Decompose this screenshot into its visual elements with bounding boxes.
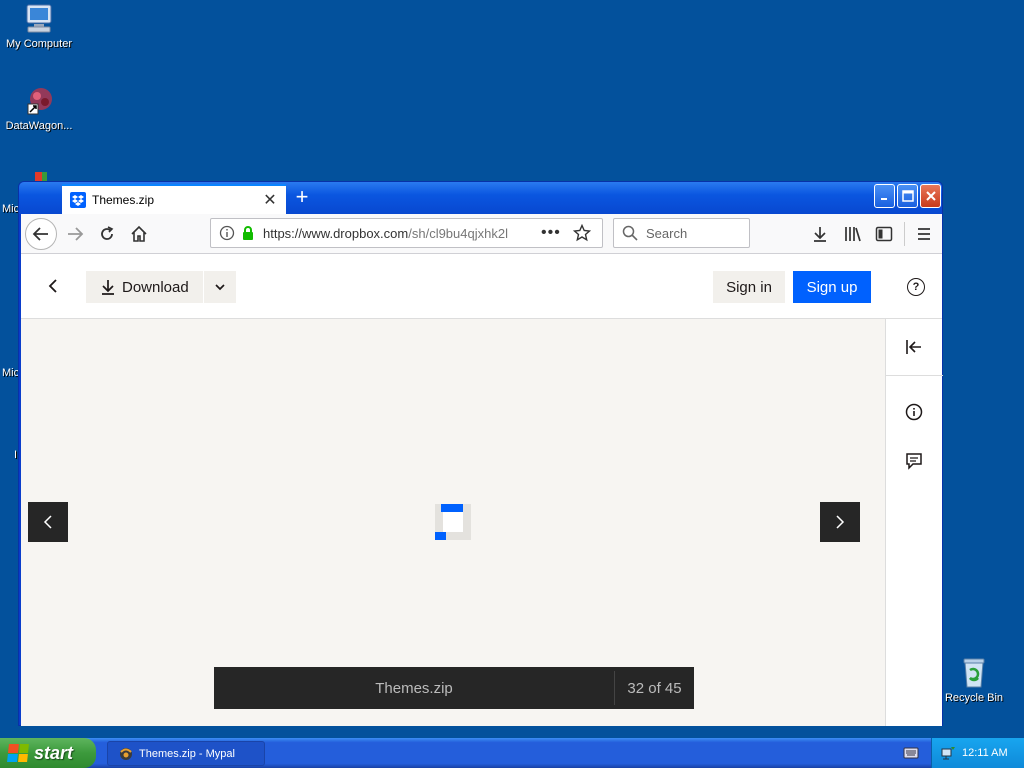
system-tray: 12:11 AM <box>931 738 1024 768</box>
browser-window: Themes.zip ✕ + https://www.dropbox.com/s… <box>18 181 943 726</box>
library-button[interactable] <box>839 220 867 248</box>
loading-spinner-icon <box>435 504 471 540</box>
tab-title: Themes.zip <box>92 193 155 207</box>
taskbar-item-mypal[interactable]: Themes.zip - Mypal <box>107 741 265 766</box>
help-button[interactable]: ? <box>907 278 925 296</box>
tab-close-icon[interactable]: ✕ <box>260 190 280 210</box>
downloads-button[interactable] <box>806 220 834 248</box>
desktop-icon-label: Recycle Bin <box>944 692 1004 704</box>
bookmark-star-icon[interactable] <box>572 224 591 242</box>
info-icon <box>905 403 923 421</box>
chevron-right-icon <box>836 515 845 529</box>
address-bar[interactable]: https://www.dropbox.com/sh/cl9bu4qjxhk2l… <box>210 218 603 248</box>
file-position-counter: 32 of 45 <box>627 679 682 697</box>
recycle-bin-icon <box>963 658 985 688</box>
file-name: Themes.zip <box>375 679 453 697</box>
reload-icon <box>101 226 114 240</box>
header-back-button[interactable] <box>39 272 67 300</box>
home-icon <box>131 225 147 242</box>
hamburger-menu-icon <box>918 228 930 240</box>
forward-button[interactable] <box>61 220 89 248</box>
download-icon <box>102 280 114 295</box>
clock[interactable]: 12:11 AM <box>962 747 1008 759</box>
minimize-icon <box>880 198 887 200</box>
search-placeholder: Search <box>646 225 688 241</box>
page-content: Download Sign in Sign up ? Themes.zip 32… <box>21 254 943 726</box>
sidebar-toggle-button[interactable] <box>870 220 898 248</box>
datawagon-icon <box>27 88 52 115</box>
lock-icon[interactable] <box>241 225 255 241</box>
mypal-app-icon <box>120 747 132 760</box>
maximize-button[interactable] <box>897 184 918 208</box>
dropbox-header: Download Sign in Sign up ? <box>21 254 942 319</box>
file-info-button[interactable] <box>904 402 924 422</box>
chevron-down-icon <box>215 284 225 291</box>
collapse-left-icon <box>906 340 921 354</box>
comment-icon <box>906 453 922 470</box>
toolbar-divider <box>904 222 905 246</box>
forward-arrow-icon <box>68 227 84 241</box>
network-icon[interactable] <box>940 745 956 761</box>
taskbar: start Themes.zip - Mypal 12:11 AM <box>0 738 1024 768</box>
close-window-button[interactable] <box>920 184 941 208</box>
chevron-left-icon <box>48 279 57 293</box>
file-preview-area: Themes.zip 32 of 45 <box>21 319 885 726</box>
info-icon[interactable] <box>219 225 235 241</box>
url-path: /sh/cl9bu4qjxhk2l <box>408 225 508 241</box>
desktop-icon-datawagon[interactable]: DataWagon... <box>0 84 78 132</box>
minimize-button[interactable] <box>874 184 895 208</box>
nav-toolbar: https://www.dropbox.com/sh/cl9bu4qjxhk2l… <box>21 214 942 254</box>
keyboard-icon[interactable] <box>903 747 919 759</box>
menu-button[interactable] <box>910 220 938 248</box>
download-button[interactable]: Download <box>86 271 203 303</box>
search-input[interactable]: Search <box>613 218 750 248</box>
start-label: start <box>34 742 74 763</box>
url-text[interactable]: https://www.dropbox.com/sh/cl9bu4qjxhk2l <box>263 226 523 241</box>
start-button[interactable]: start <box>0 738 96 768</box>
new-tab-button[interactable]: + <box>289 185 315 211</box>
download-label: Download <box>122 278 189 296</box>
desktop-partial-label: I <box>14 449 18 461</box>
home-button[interactable] <box>125 220 153 248</box>
desktop-partial-label: Mic <box>2 367 20 379</box>
collapse-panel-button[interactable] <box>904 337 924 357</box>
title-bar: Themes.zip ✕ + <box>19 182 942 214</box>
next-file-button[interactable] <box>820 502 860 542</box>
sign-up-button[interactable]: Sign up <box>793 271 871 303</box>
back-button[interactable] <box>25 218 57 250</box>
right-side-panel <box>885 319 943 726</box>
previous-file-button[interactable] <box>28 502 68 542</box>
maximize-icon <box>901 190 914 202</box>
chevron-left-icon <box>43 515 52 529</box>
back-arrow-icon <box>32 227 48 241</box>
download-icon <box>814 227 826 242</box>
desktop-icon-recycle-bin[interactable]: Recycle Bin <box>935 656 1013 704</box>
desktop-icon-label: DataWagon... <box>5 120 73 132</box>
library-icon <box>845 227 861 242</box>
page-actions-icon[interactable]: ••• <box>541 224 561 242</box>
desktop-icon-label: My Computer <box>5 38 73 50</box>
taskbar-item-label: Themes.zip - Mypal <box>139 747 235 760</box>
computer-icon <box>26 4 52 33</box>
reload-button[interactable] <box>93 220 121 248</box>
close-icon <box>925 191 936 201</box>
sidebar-icon <box>875 226 893 242</box>
desktop-partial-label: Mic <box>2 203 20 215</box>
url-host: https://www.dropbox.com <box>263 225 409 241</box>
file-info-bar: Themes.zip 32 of 45 <box>214 667 694 709</box>
comments-button[interactable] <box>904 451 924 471</box>
download-options-button[interactable] <box>204 271 236 303</box>
dropbox-favicon-icon <box>70 192 86 208</box>
sign-in-button[interactable]: Sign in <box>713 271 785 303</box>
windows-logo-icon <box>7 744 29 762</box>
panel-divider <box>886 375 943 376</box>
search-icon <box>622 225 638 241</box>
desktop-icon-my-computer[interactable]: My Computer <box>0 2 78 50</box>
tab-themes-zip[interactable]: Themes.zip ✕ <box>62 184 286 214</box>
